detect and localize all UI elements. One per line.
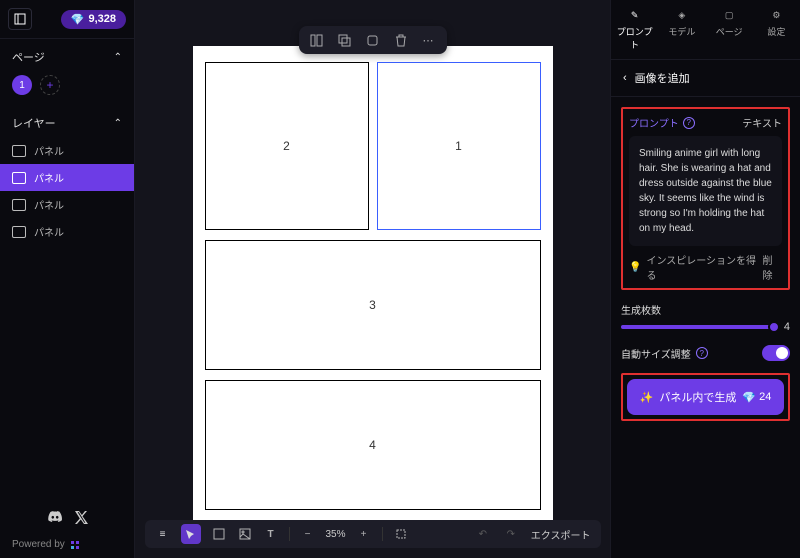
tab-settings[interactable]: ⚙設定 [753,0,800,59]
generate-block-highlight: ✨ パネル内で生成 💎24 [621,373,790,421]
count-value: 4 [784,321,790,333]
copy-icon[interactable] [365,32,381,48]
prompt-label: プロンプト ? [629,115,695,130]
bottom-toolbar: ≡ T − 35% + ↶ ↷ エクスポート [145,520,601,548]
brand-dots-icon [71,541,81,549]
tab-page[interactable]: ▢ページ [706,0,753,59]
panel-icon [12,226,26,238]
more-icon[interactable]: ⋯ [421,32,437,48]
panel-2[interactable]: 2 [205,62,369,230]
zoom-out-button[interactable]: − [300,526,316,542]
redo-button[interactable]: ↷ [503,526,519,542]
count-slider[interactable] [621,325,776,329]
chevron-left-icon: ‹ [623,72,627,84]
gem-icon: 💎 [742,391,756,404]
pencil-icon: ✎ [628,8,642,22]
cube-icon: ◈ [675,8,689,22]
image-tool[interactable] [237,526,253,542]
back-add-image[interactable]: ‹ 画像を追加 [611,60,800,97]
fit-icon[interactable] [393,526,409,542]
autosize-toggle[interactable] [762,345,790,361]
layer-item[interactable]: パネル [0,218,134,245]
export-button[interactable]: エクスポート [531,527,591,542]
trash-icon[interactable] [393,32,409,48]
gear-icon: ⚙ [769,8,783,22]
page-canvas[interactable]: 2 1 3 4 [193,46,553,526]
cursor-tool[interactable] [181,524,201,544]
gem-icon: 💎 [71,13,85,26]
layer-item[interactable]: パネル [0,191,134,218]
panel-3[interactable]: 3 [205,240,541,370]
slider-thumb[interactable] [768,321,780,333]
chevron-up-icon: ⌃ [114,52,122,63]
help-icon[interactable]: ? [683,117,695,129]
prompt-textarea[interactable]: Smiling anime girl with long hair. She i… [629,136,782,246]
delete-button[interactable]: 削除 [763,252,782,282]
app-logo[interactable] [8,8,32,30]
credits-value: 9,328 [88,13,116,25]
layout-icon[interactable] [309,32,325,48]
layers-section-header[interactable]: レイヤー ⌃ [0,105,134,137]
floating-toolbar: ⋯ [299,26,447,54]
wand-icon: ✨ [640,391,654,404]
x-icon[interactable] [75,511,88,527]
zoom-in-button[interactable]: + [356,526,372,542]
zoom-level[interactable]: 35% [326,529,346,540]
count-label: 生成枚数 [621,302,790,317]
page-icon: ▢ [722,8,736,22]
gen-cost: 24 [759,391,771,403]
layer-item[interactable]: パネル [0,164,134,191]
tab-model[interactable]: ◈モデル [658,0,705,59]
help-icon[interactable]: ? [696,347,708,359]
powered-by: Powered by [12,539,122,550]
tab-prompt[interactable]: ✎プロンプト [611,0,658,59]
panel-icon [12,199,26,211]
text-mode-label[interactable]: テキスト [742,115,782,130]
panel-icon [12,145,26,157]
add-page-button[interactable]: + [40,75,60,95]
prompt-block-highlight: プロンプト ? テキスト Smiling anime girl with lon… [621,107,790,290]
layer-item[interactable]: パネル [0,137,134,164]
lightbulb-icon: 💡 [629,262,641,273]
undo-button[interactable]: ↶ [475,526,491,542]
menu-icon[interactable]: ≡ [155,526,171,542]
chevron-up-icon: ⌃ [114,118,122,129]
text-tool[interactable]: T [263,526,279,542]
discord-icon[interactable] [47,511,63,527]
panel-icon [12,172,26,184]
canvas-area[interactable]: ⋯ 2 1 3 4 ≡ T − 35% + ↶ ↷ エクスポート [135,0,610,558]
inspiration-button[interactable]: 💡インスピレーションを得る [629,252,763,282]
autosize-label: 自動サイズ調整 [621,346,691,361]
duplicate-icon[interactable] [337,32,353,48]
credits-pill[interactable]: 💎 9,328 [61,10,126,29]
panel-4[interactable]: 4 [205,380,541,510]
page-thumb-1[interactable]: 1 [12,75,32,95]
rect-tool[interactable] [211,526,227,542]
generate-button[interactable]: ✨ パネル内で生成 💎24 [627,379,784,415]
pages-section-header[interactable]: ページ ⌃ [0,39,134,71]
panel-1[interactable]: 1 [377,62,541,230]
